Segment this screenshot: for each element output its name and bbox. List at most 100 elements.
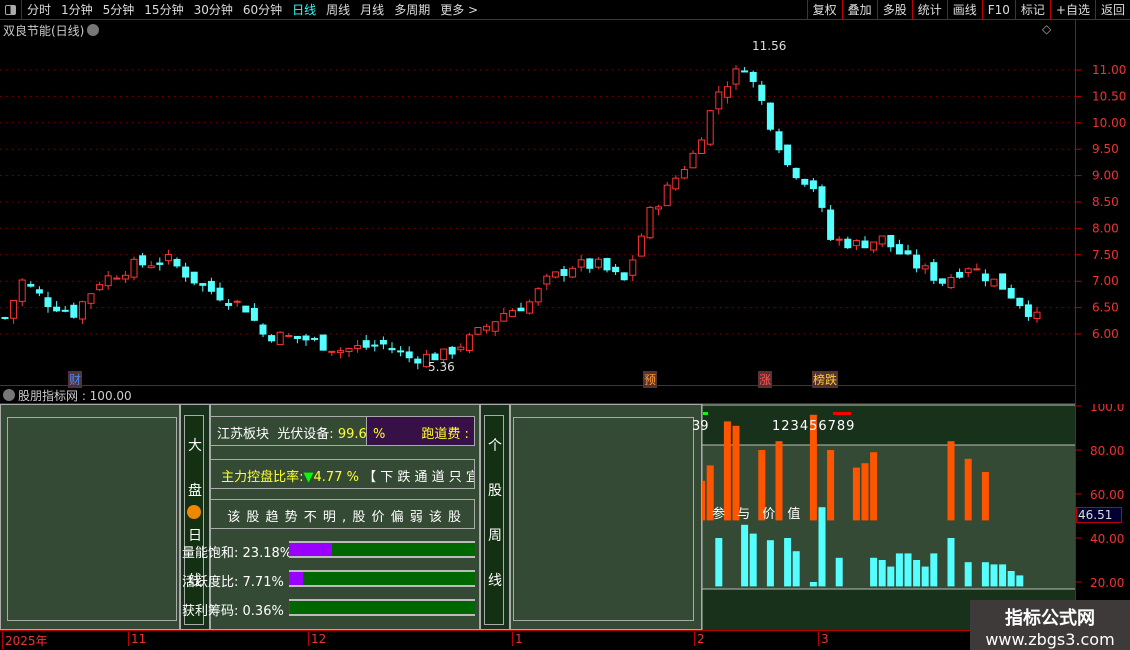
candle-body — [706, 110, 714, 145]
candle-body — [534, 288, 542, 303]
toolbar-button[interactable]: 统计 — [911, 0, 947, 20]
candle-body — [723, 86, 731, 98]
candle-body — [930, 262, 938, 281]
candle-body — [440, 348, 448, 361]
candle-body — [483, 325, 491, 331]
candle-body — [44, 297, 52, 308]
y-tick-label: 60.00 — [1090, 488, 1124, 502]
candle-body — [775, 131, 783, 151]
market-daily-panel: 大 盘 日 线 — [180, 404, 210, 630]
period-tab[interactable]: 15分钟 — [139, 1, 188, 18]
metric-label: 活跃度比: 7.71% — [182, 575, 284, 590]
toolbar: 分时 1分钟 5分钟 15分钟 30分钟 60分钟 日线 周线 月线 多周期 更多 > 复权 叠加 多股… — [0, 0, 1130, 20]
time-label: 2025年 — [2, 632, 48, 649]
candle-body — [827, 209, 835, 240]
candle-body — [620, 272, 628, 281]
candle-body — [328, 350, 336, 353]
time-label: 12 — [308, 632, 326, 646]
candle-body — [852, 240, 860, 247]
candle-body — [207, 280, 215, 292]
candle-body — [1024, 304, 1032, 317]
candle-body — [259, 324, 267, 335]
candle-body — [121, 274, 129, 280]
candle-body — [689, 152, 697, 169]
toolbar-button[interactable]: 标记 — [1014, 0, 1050, 20]
red-mark — [833, 412, 851, 415]
period-tab[interactable]: 月线 — [355, 1, 389, 18]
candle-body — [345, 347, 353, 352]
face-icon — [187, 505, 201, 519]
period-tab[interactable]: 周线 — [321, 1, 355, 18]
candle-body — [268, 335, 276, 342]
orange-bar — [947, 441, 955, 521]
candle-body — [818, 186, 826, 208]
toolbar-button[interactable]: 叠加 — [841, 0, 877, 20]
toolbar-button[interactable]: 多股 — [876, 0, 912, 20]
orange-bar — [861, 463, 869, 521]
candle-body — [878, 235, 886, 245]
candle-body — [956, 271, 964, 278]
cyan-bar — [981, 562, 989, 587]
candle-body — [70, 304, 78, 318]
candle-body — [457, 346, 465, 351]
indicator-title[interactable]: 股朋指标网 : 100.00 — [3, 387, 132, 404]
candle-body — [766, 102, 774, 130]
orange-bar — [852, 467, 860, 521]
candle-body — [586, 258, 594, 269]
toolbar-button[interactable]: +自选 — [1049, 0, 1095, 20]
period-tab[interactable]: 30分钟 — [189, 1, 238, 18]
time-label: 1 — [512, 632, 523, 646]
toolbar-button[interactable]: 画线 — [946, 0, 982, 20]
candle-body — [947, 277, 955, 289]
left-panel — [0, 404, 180, 630]
period-tab[interactable]: 分时 — [22, 1, 56, 18]
candle-body — [199, 283, 207, 286]
candle-body — [1033, 311, 1041, 320]
period-tab[interactable]: 多周期 — [389, 1, 435, 18]
toolbar-button[interactable]: 复权 — [806, 0, 842, 20]
toolbar-button[interactable]: F10 — [981, 0, 1015, 20]
period-tab[interactable]: 1分钟 — [56, 1, 98, 18]
candle-body — [371, 344, 379, 347]
candle-body — [78, 301, 86, 320]
metric-label: 量能饱和: 23.18% — [182, 546, 293, 561]
y-tick-label: 80.00 — [1090, 444, 1124, 458]
layout-toggle-icon[interactable] — [0, 0, 22, 20]
down-triangle-icon: ▼ — [303, 470, 314, 485]
candle-body — [242, 305, 250, 313]
candle-body — [655, 206, 663, 210]
candlestick-chart[interactable]: 11.00 10.50 10.00 9.50 9.00 8.50 8.00 7.50 7.00 6… — [0, 20, 1130, 385]
cyan-bar — [887, 566, 895, 587]
cyan-bar — [990, 564, 998, 587]
candle-body — [569, 267, 577, 278]
cyan-bar — [741, 524, 749, 587]
candle-body — [809, 180, 817, 190]
period-tab[interactable]: 日线 — [287, 1, 321, 18]
cyan-bar — [818, 507, 826, 587]
control-box: 主力控盘比率:▼4.77 % 【 下 跌 通 道 只 宜 观 — [210, 459, 475, 489]
price-tick-label: 11.00 — [1092, 63, 1126, 77]
price-tick-label: 9.50 — [1092, 142, 1119, 156]
candle-body — [139, 255, 147, 266]
price-tick-label: 7.00 — [1092, 274, 1119, 288]
chevron-down-icon[interactable] — [3, 389, 15, 401]
candle-body — [35, 289, 43, 294]
candle-body — [904, 250, 912, 255]
candle-body — [861, 240, 869, 249]
candle-body — [250, 307, 258, 321]
candle-body — [336, 350, 344, 354]
candle-body — [895, 244, 903, 255]
period-tab[interactable]: 5分钟 — [98, 1, 140, 18]
cyan-bar — [904, 553, 912, 587]
candle-body — [526, 301, 534, 314]
high-price-label: 11.56 — [752, 39, 786, 53]
period-tab[interactable]: 更多 > — [435, 1, 483, 18]
cyan-bar — [1007, 571, 1015, 587]
candle-body — [362, 340, 370, 348]
period-tab[interactable]: 60分钟 — [238, 1, 287, 18]
candle-body — [784, 144, 792, 166]
candle-body — [973, 268, 981, 271]
toolbar-button[interactable]: 返回 — [1094, 0, 1130, 20]
candle-body — [190, 271, 198, 284]
y-tick-label: 100.0 — [1090, 404, 1124, 414]
